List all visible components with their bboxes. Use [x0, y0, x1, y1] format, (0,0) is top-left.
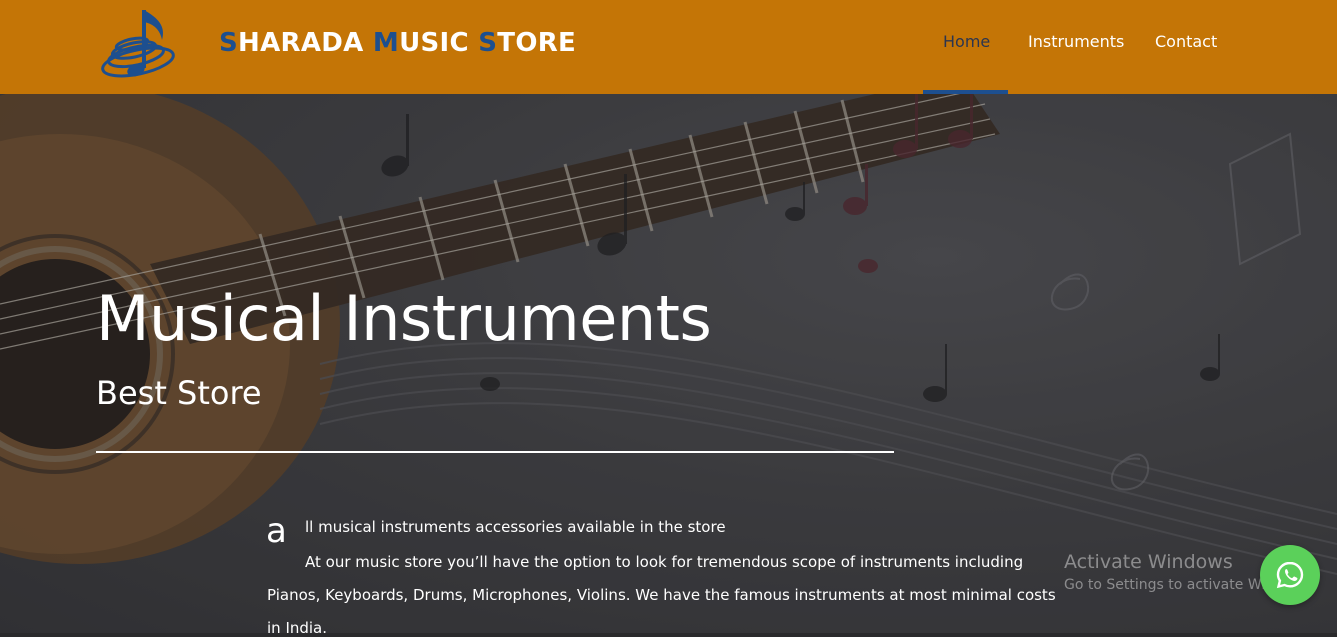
nav-instruments-link[interactable]: Instruments [1028, 32, 1124, 51]
site-brand-name[interactable]: SHARADA MUSIC STORE [219, 28, 576, 58]
nav-contact-link[interactable]: Contact [1155, 32, 1217, 51]
hero-divider [96, 451, 894, 453]
brand-word-1-rest: HARADA [238, 28, 373, 58]
brand-initial-3: S [478, 28, 498, 58]
music-note-logo-icon[interactable] [100, 4, 182, 88]
dropcap-letter: a [266, 511, 287, 551]
brand-word-2-rest: USIC [399, 28, 479, 58]
whatsapp-icon [1276, 561, 1304, 589]
hero-title: Musical Instruments [96, 282, 712, 355]
nav-home-link[interactable]: Home [943, 32, 990, 51]
hero-subtitle: Best Store [96, 374, 262, 412]
whatsapp-chat-button[interactable] [1260, 545, 1320, 605]
windows-activation-title: Activate Windows [1064, 551, 1233, 573]
brand-initial-2: M [372, 28, 400, 58]
brand-word-3-rest: TORE [497, 28, 577, 58]
site-header: SHARADA MUSIC STORE Home Instruments Con… [0, 0, 1337, 94]
intro-paragraph: At our music store you’ll have the optio… [267, 553, 1056, 637]
brand-initial-1: S [219, 28, 239, 58]
intro-first-line: ll musical instruments accessories avail… [305, 518, 726, 536]
taskbar-edge [0, 633, 1337, 637]
